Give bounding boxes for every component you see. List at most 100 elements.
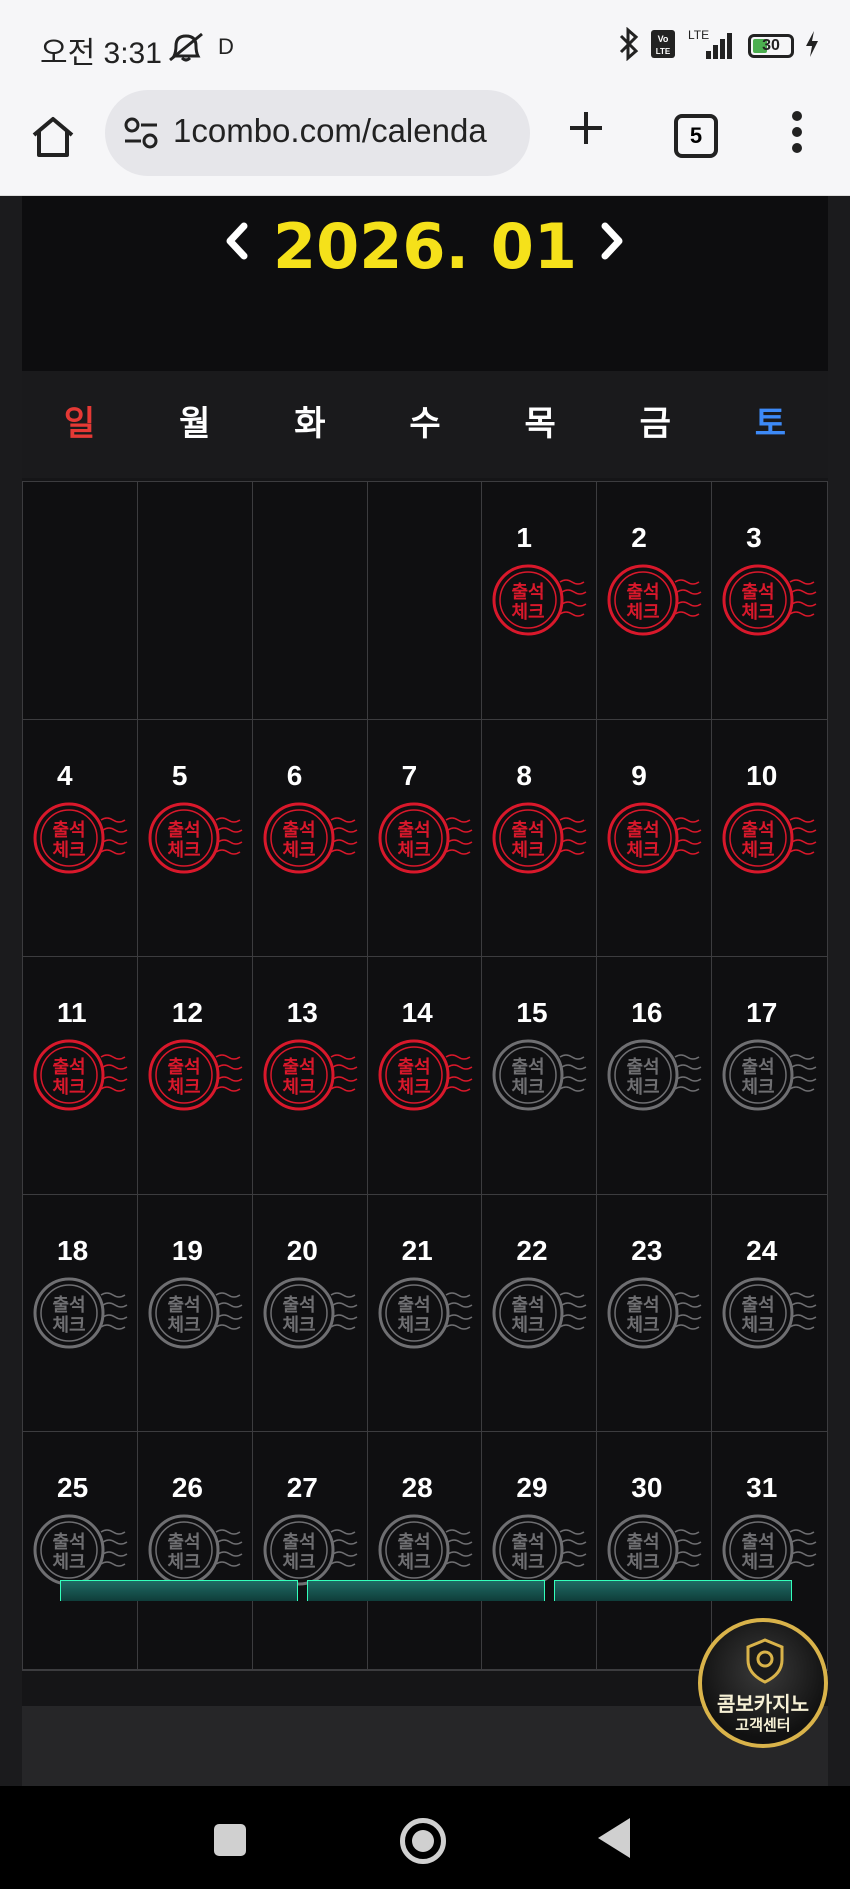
day-number: 28	[401, 1472, 433, 1504]
attendance-stamp-checked-icon: 출석체크	[263, 802, 358, 874]
status-indicator: D	[218, 34, 234, 59]
calendar-day-11[interactable]: 11 출석 체크	[23, 957, 138, 1195]
day-number: 23	[631, 1234, 663, 1266]
shield-icon	[745, 1638, 785, 1688]
day-number: 6	[286, 759, 303, 791]
calendar-day-3[interactable]: 3 출석 체크	[712, 482, 827, 720]
calendar-day-16[interactable]: 16 출석 체크	[597, 957, 713, 1195]
svg-text:체크: 체크	[627, 1077, 660, 1098]
svg-text:체크: 체크	[52, 1077, 85, 1098]
calendar-day-13[interactable]: 13 출석 체크	[252, 957, 368, 1195]
back-icon[interactable]	[598, 1818, 630, 1858]
calendar-day-7[interactable]: 7 출석 체크	[367, 719, 483, 958]
address-bar[interactable]: 1combo.com/calenda	[105, 90, 530, 176]
day-number: 16	[631, 997, 663, 1029]
svg-text:출석: 출석	[512, 1295, 545, 1316]
promo-banner[interactable]	[307, 1580, 545, 1601]
attendance-stamp-unchecked-icon: 출석체크	[722, 1514, 817, 1586]
calendar-day-21[interactable]: 21 출석 체크	[367, 1194, 483, 1433]
svg-text:출석: 출석	[167, 820, 200, 841]
svg-text:출석: 출석	[512, 1532, 545, 1553]
calendar-day-23[interactable]: 23 출석 체크	[597, 1194, 713, 1433]
svg-text:체크: 체크	[282, 840, 315, 861]
svg-text:출석: 출석	[397, 820, 430, 841]
attendance-stamp-checked-icon: 출석체크	[492, 802, 587, 874]
calendar-day-22[interactable]: 22 출석 체크	[482, 1194, 598, 1433]
calendar-day-28[interactable]: 28 출석 체크	[367, 1432, 483, 1670]
tab-switcher-button[interactable]: 5	[674, 114, 718, 158]
home-button-icon[interactable]	[400, 1818, 446, 1864]
volte-icon: Vo LTE	[650, 29, 676, 63]
calendar-day-10[interactable]: 10 출석 체크	[712, 720, 827, 958]
svg-text:출석: 출석	[742, 1532, 775, 1553]
calendar-day-19[interactable]: 19 출석 체크	[137, 1194, 253, 1433]
customer-support-button[interactable]: 콤보카지노 고객센터	[698, 1618, 828, 1748]
calendar-day-18[interactable]: 18 출석 체크	[23, 1194, 138, 1433]
promo-banner[interactable]	[554, 1580, 792, 1601]
overflow-menu-icon[interactable]	[790, 110, 804, 158]
recents-icon[interactable]	[214, 1824, 246, 1856]
calendar-day-12[interactable]: 12 출석 체크	[137, 957, 253, 1195]
day-number: 5	[171, 759, 188, 791]
day-number: 17	[746, 997, 778, 1029]
battery-icon: 30	[748, 34, 794, 58]
calendar-day-25[interactable]: 25 출석 체크	[23, 1432, 138, 1670]
day-number: 7	[401, 759, 418, 791]
calendar-day-5[interactable]: 5 출석 체크	[137, 719, 253, 958]
attendance-stamp-unchecked-icon: 출석체크	[378, 1514, 472, 1586]
svg-text:체크: 체크	[167, 1077, 200, 1098]
attendance-stamp-checked-icon: 출석체크	[148, 1039, 243, 1111]
day-number: 25	[57, 1472, 89, 1504]
calendar-day-20[interactable]: 20 출석 체크	[252, 1194, 368, 1433]
attendance-stamp-checked-icon: 출석체크	[33, 802, 128, 874]
attendance-stamp-checked-icon: 출석체크	[607, 802, 702, 874]
svg-text:체크: 체크	[52, 840, 85, 861]
svg-text:체크: 체크	[52, 1552, 85, 1573]
calendar-day-1[interactable]: 1 출석 체크	[482, 482, 598, 720]
calendar-day-15[interactable]: 15 출석 체크	[482, 957, 598, 1195]
attendance-stamp-unchecked-icon: 출석체크	[492, 1277, 587, 1349]
svg-text:체크: 체크	[742, 1315, 775, 1336]
calendar-day-14[interactable]: 14 출석 체크	[367, 957, 483, 1195]
day-number: 31	[746, 1472, 778, 1504]
calendar-day-8[interactable]: 8 출석 체크	[482, 719, 598, 958]
day-number: 12	[171, 997, 203, 1029]
calendar-day-30[interactable]: 30 출석 체크	[597, 1432, 713, 1670]
calendar-day-6[interactable]: 6 출석 체크	[252, 719, 368, 958]
attendance-stamp-unchecked-icon: 출석체크	[378, 1277, 472, 1349]
day-number: 4	[57, 759, 73, 791]
calendar-day-27[interactable]: 27 출석 체크	[252, 1432, 368, 1670]
svg-text:체크: 체크	[167, 1552, 200, 1573]
attendance-stamp-checked-icon: 출석체크	[378, 802, 472, 874]
calendar-day-29[interactable]: 29 출석 체크	[482, 1432, 598, 1670]
weekday-label: 수	[409, 404, 441, 444]
attendance-stamp-unchecked-icon: 출석체크	[33, 1277, 128, 1349]
calendar-grid: 1 출석 체크 2 출석 체크 3 출석 체크 4 출석 체크 5 출석 체크 6 출석 체크 7 출석 체크 8 출석 체크…	[22, 481, 828, 1671]
calendar-empty-cell	[23, 482, 138, 720]
site-settings-icon[interactable]	[123, 116, 159, 154]
day-number: 22	[516, 1234, 548, 1266]
promo-banner[interactable]	[60, 1580, 298, 1601]
attendance-calendar: 2026. 01 일 월 화 수 목 금 토 1 출석 체크 2 출석 체크 3 출석 체크 4 출…	[22, 196, 828, 1786]
calendar-day-26[interactable]: 26 출석 체크	[137, 1432, 253, 1670]
calendar-day-2[interactable]: 2 출석 체크	[597, 482, 713, 720]
calendar-day-4[interactable]: 4 출석 체크	[23, 719, 138, 958]
weekday-label: 금	[639, 404, 671, 444]
calendar-day-17[interactable]: 17 출석 체크	[712, 957, 827, 1195]
svg-text:출석: 출석	[627, 820, 660, 841]
day-number: 21	[401, 1234, 433, 1266]
charging-icon	[804, 30, 820, 62]
svg-text:체크: 체크	[627, 1315, 660, 1336]
home-icon[interactable]	[28, 112, 78, 162]
calendar-day-9[interactable]: 9 출석 체크	[597, 719, 713, 958]
new-tab-icon[interactable]	[566, 108, 606, 152]
calendar-day-24[interactable]: 24 출석 체크	[712, 1195, 827, 1433]
day-number: 15	[516, 997, 548, 1029]
attendance-stamp-checked-icon: 출석체크	[722, 564, 817, 636]
svg-text:출석: 출석	[627, 582, 660, 603]
next-month-icon[interactable]	[597, 221, 627, 265]
url-text[interactable]: 1combo.com/calenda	[173, 112, 523, 150]
day-number: 24	[746, 1234, 778, 1266]
support-label: 콤보카지노	[717, 1692, 809, 1716]
attendance-stamp-unchecked-icon: 출석체크	[148, 1514, 243, 1586]
